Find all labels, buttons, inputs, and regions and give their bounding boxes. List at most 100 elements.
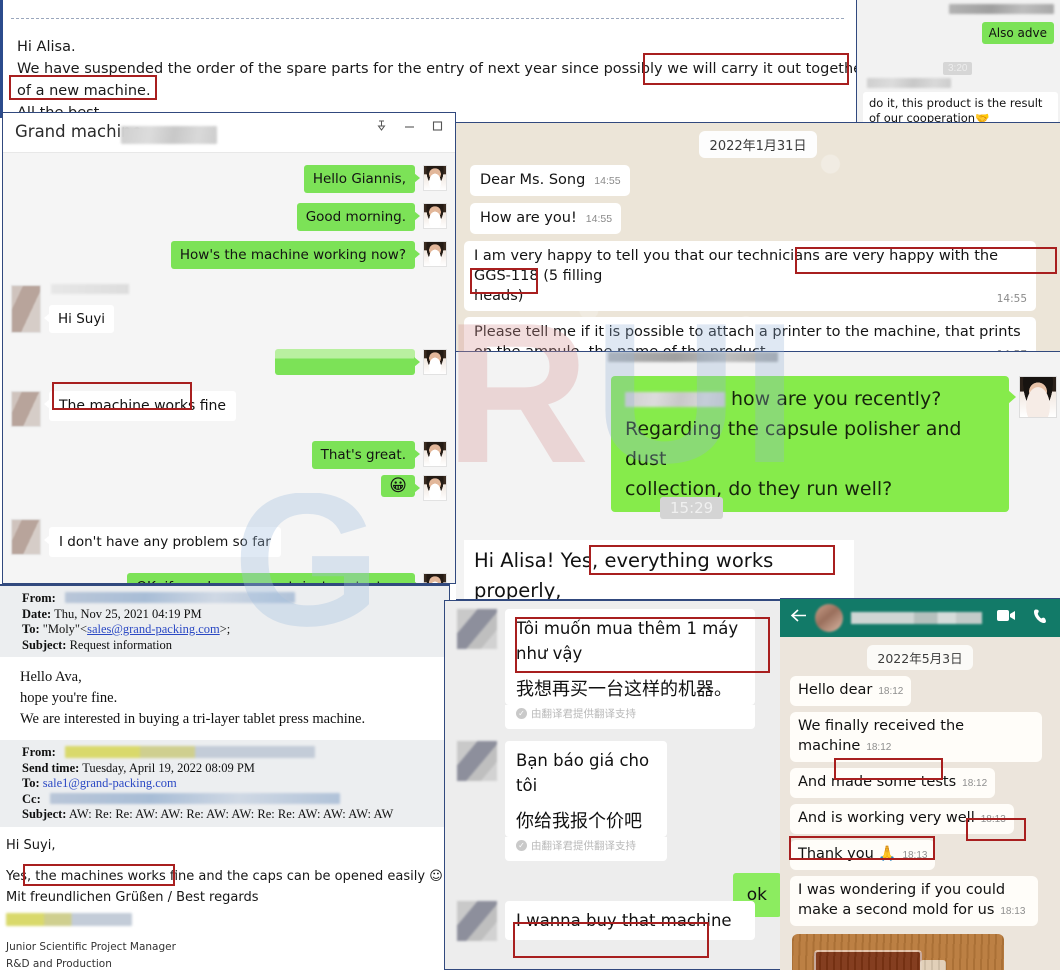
- message-bubble-outgoing: how are you recently? Regarding the caps…: [611, 376, 1016, 512]
- message-bubble-incoming: do it, this product is the result of our…: [863, 92, 1058, 124]
- photo-texture: [792, 934, 1004, 970]
- from-value-redacted: [64, 746, 315, 758]
- question-line-1: how are you recently?: [731, 388, 942, 410]
- message-row: I don't have any problem so far: [3, 519, 455, 557]
- back-arrow-icon[interactable]: [790, 608, 807, 628]
- message-bubble-outgoing: OK, if need our support, just contact us…: [127, 573, 420, 583]
- email-line-3: of a new machine.: [17, 83, 151, 99]
- message-source-text: Tôi muốn mua thêm 1 máy như vậy: [505, 609, 755, 673]
- top-email-panel: Hi Alisa. We have suspended the order of…: [0, 0, 868, 121]
- pin-icon[interactable]: [376, 120, 387, 132]
- message-bubble-incoming: Thank you 🙏 18:13: [790, 840, 936, 870]
- message-translated-text: 我想再买一台这样的机器。: [505, 673, 755, 705]
- avatar-redacted: [11, 391, 41, 427]
- answer-text-a: Hi Alisa! Yes,: [474, 549, 605, 572]
- message-bubble-incoming: And made some tests 18:12: [790, 768, 996, 798]
- message-row: The machine works fine: [3, 391, 455, 427]
- date-separator: 2022年1月31日: [698, 131, 818, 158]
- recipient-name-redacted: [625, 392, 725, 407]
- message-timestamp: 18:13: [902, 850, 928, 861]
- whatsapp-message-list[interactable]: 2022年5月3日 Hello dear 18:12 We finally rec…: [780, 645, 1060, 970]
- wechat-message-list[interactable]: Hello Giannis, Good morning. How's the m…: [3, 153, 455, 583]
- avatar-redacted: [11, 519, 41, 555]
- message-text: Dear Ms. Song: [480, 172, 586, 188]
- message-text-a: And is: [798, 810, 848, 826]
- message-highlight-a: make a: [798, 902, 852, 918]
- message-text: Hello dear: [798, 682, 873, 698]
- message-bubble-outgoing: How's the machine working now?: [170, 241, 421, 269]
- email-2-from-row: From:: [22, 745, 449, 761]
- avatar-redacted[interactable]: [815, 604, 843, 632]
- message-bubble-outgoing-redacted: [275, 349, 420, 375]
- translation-credit: ✓ 由翻译君提供翻译支持: [505, 705, 755, 729]
- wechat-title-redacted: [121, 126, 217, 144]
- check-icon: ✓: [516, 840, 527, 851]
- message-source-text: Bạn báo giá cho tôi: [505, 741, 667, 805]
- email-2-sendtime-row: Send time: Tuesday, April 19, 2022 08:09…: [22, 761, 449, 777]
- message-row: OK, if need our support, just contact us…: [3, 573, 455, 583]
- window-controls[interactable]: [376, 120, 443, 132]
- minimize-icon[interactable]: [404, 120, 415, 132]
- message-row: 😀: [3, 475, 455, 501]
- contact-name-redacted: [851, 612, 982, 624]
- conversation-name-redacted: [949, 4, 1054, 14]
- phone-call-icon[interactable]: [1033, 608, 1050, 629]
- sendtime-value: Tuesday, April 19, 2022 08:09 PM: [82, 760, 255, 775]
- avatar: [423, 241, 447, 267]
- email-1-line-1: Hello Ava,: [20, 669, 82, 685]
- avatar: [423, 203, 447, 229]
- message-timestamp: 14:55: [594, 175, 621, 187]
- signature-dept: R&D and Production: [6, 957, 112, 970]
- to-prefix: "Moly"<: [42, 622, 88, 636]
- message-timestamp: 18:12: [878, 686, 904, 697]
- message-bubble-incoming: I don't have any problem so far: [44, 527, 281, 557]
- email-1-line-2: hope you're fine.: [20, 690, 118, 706]
- maximize-icon[interactable]: [432, 120, 443, 132]
- message-bubble-incoming: Hi Suyi: [43, 305, 115, 333]
- subject-label: Subject:: [22, 637, 67, 652]
- message-bubble-group: Tôi muốn mua thêm 1 máy như vậy 我想再买一台这样…: [505, 609, 755, 729]
- email-line-2: We have suspended the order of the spare…: [17, 58, 868, 80]
- avatar-redacted: [11, 285, 41, 333]
- cc-value-redacted: [49, 792, 340, 804]
- email-2-cc-row: Cc:: [22, 792, 449, 808]
- question-line-2: Regarding the capsule polisher and dust: [625, 418, 962, 470]
- message-row: Hello Giannis,: [3, 165, 455, 193]
- message-bubble-incoming: I am very happy to tell you that our tec…: [464, 241, 1036, 311]
- video-call-icon[interactable]: [996, 608, 1017, 628]
- avatar: [423, 441, 447, 467]
- message-bubble-incoming: Hello dear 18:12: [790, 676, 912, 706]
- avatar: [423, 349, 447, 375]
- check-icon: ✓: [516, 708, 527, 719]
- to-email-link[interactable]: sales@grand-packing.com: [87, 622, 220, 636]
- message-text: And made some tests: [798, 774, 957, 790]
- message-timestamp: 18:13: [1000, 906, 1026, 917]
- email-1-date-row: Date: Thu, Nov 25, 2021 04:19 PM: [22, 607, 449, 623]
- message-bubble-incoming: And is working very well 18:13: [790, 804, 1014, 834]
- whatsapp-header: [780, 599, 1060, 637]
- to-email-link[interactable]: sale1@grand-packing.com: [43, 776, 177, 790]
- subject-label: Subject:: [22, 807, 67, 821]
- message-timestamp: 15:29: [660, 497, 724, 519]
- message-row: I wanna buy that machine: [457, 901, 781, 941]
- message-row: That's great.: [3, 441, 455, 469]
- avatar-redacted: [457, 609, 497, 649]
- subject-value: AW: Re: Re: AW: AW: Re: AW: AW: Re: Re: …: [68, 807, 394, 821]
- message-bubble-outgoing: Good morning.: [296, 203, 421, 231]
- avatar: [423, 573, 447, 583]
- attached-photo-ampoule[interactable]: [792, 934, 1004, 970]
- date-label: Date:: [22, 606, 52, 621]
- message-timestamp: 18:12: [866, 742, 892, 753]
- to-suffix: >;: [219, 622, 231, 636]
- wechat-mid-panel: 2022年1月31日 Dear Ms. Song 14:55 How are yo…: [456, 122, 1060, 352]
- message-row: Hi Suyi: [3, 284, 455, 333]
- email-2-regards: Mit freundlichen Grüßen / Best regards: [6, 889, 259, 905]
- message-bubble-incoming: Please tell me if it is possible to atta…: [464, 317, 1036, 351]
- message-timestamp: 14:57: [997, 345, 1027, 351]
- email-1-from-row: From:: [22, 591, 449, 607]
- email-2-body: Hi Suyi, Yes, the machines works fine an…: [0, 827, 449, 970]
- from-value-redacted: [64, 592, 295, 603]
- email-divider: [11, 18, 844, 19]
- message-timestamp: 14:55: [585, 213, 613, 225]
- translation-credit-text: 由翻译君提供翻译支持: [531, 840, 636, 852]
